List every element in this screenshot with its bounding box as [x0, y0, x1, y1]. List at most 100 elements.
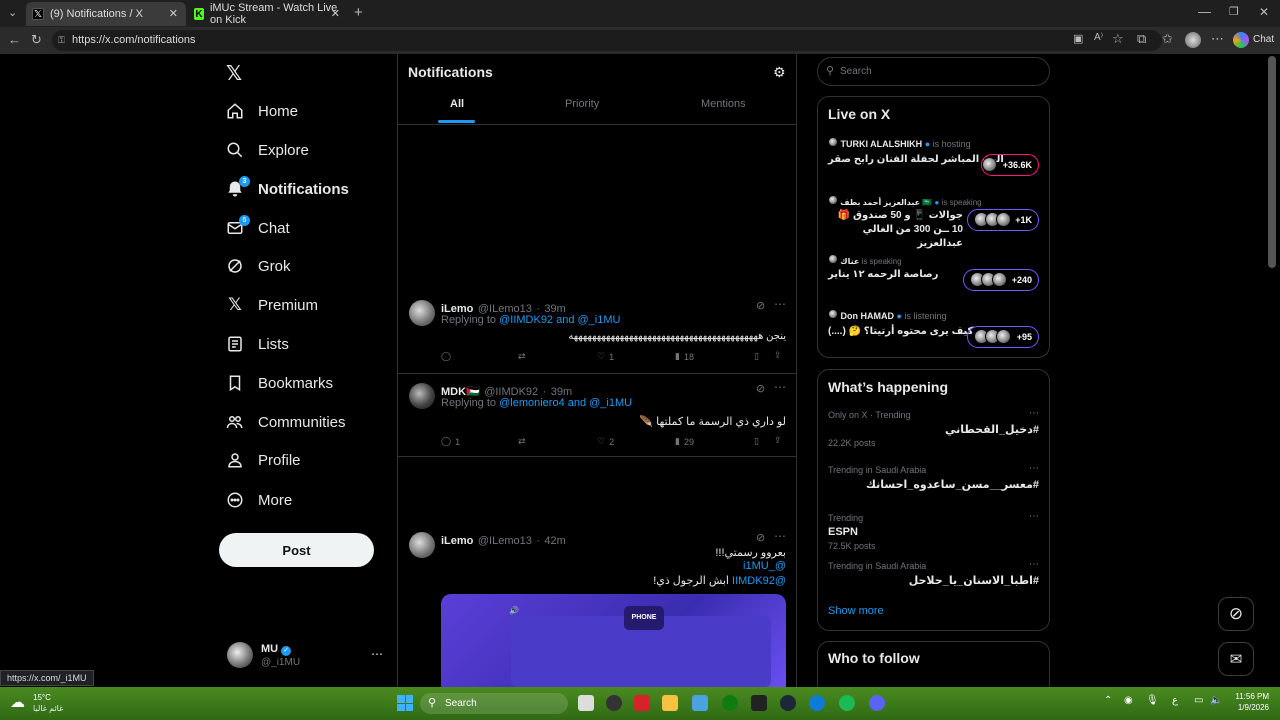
close-window-icon[interactable]: ✕ [1259, 5, 1269, 19]
trend-item[interactable]: Trending in Saudi Arabia ⋯ #اطبا_الاسنان… [818, 559, 1049, 599]
x-logo-icon[interactable]: 𝕏 [226, 61, 248, 85]
nav-chat[interactable]: 6 Chat [226, 213, 290, 243]
grok-float-button[interactable]: ⊘ [1218, 597, 1254, 631]
grok-icon[interactable]: ⊘ [756, 382, 765, 395]
favorite-star-icon[interactable]: ☆ [1112, 31, 1124, 47]
epic-games-icon[interactable] [751, 695, 767, 711]
mention-link[interactable]: @_i1MU [441, 560, 786, 572]
app-icon[interactable] [606, 695, 622, 711]
extensions-icon[interactable]: ⧉ [1137, 31, 1146, 47]
like-button[interactable]: ♡ 1 [597, 351, 614, 362]
tab-mentions[interactable]: Mentions [701, 98, 746, 110]
nav-communities[interactable]: Communities [226, 407, 346, 437]
read-aloud-icon[interactable]: A⁾ [1094, 32, 1103, 43]
share-icon[interactable]: ⇪ [774, 435, 782, 446]
account-menu-icon[interactable]: ⋯ [371, 647, 383, 661]
browser-tab-kick[interactable]: K iMUc Stream - Watch Live on Kick ✕ [188, 2, 348, 26]
nav-premium[interactable]: 𝕏 Premium [226, 290, 318, 320]
tab-all[interactable]: All [450, 98, 464, 110]
edge-icon[interactable] [809, 695, 825, 711]
xbox-icon[interactable] [722, 695, 738, 711]
grok-icon[interactable]: ⊘ [756, 531, 765, 544]
steam-icon[interactable] [780, 695, 796, 711]
bookmark-icon[interactable]: ▯ [754, 436, 759, 447]
site-info-icon[interactable]: ⚿ [58, 30, 65, 51]
split-screen-icon[interactable]: ▣ [1073, 32, 1083, 45]
more-options-icon[interactable]: ⋯ [1029, 463, 1039, 474]
more-options-icon[interactable]: ⋯ [774, 380, 786, 394]
notification-tweet[interactable]: iLemo @ILemo13 · 39m ⊘ ⋯ Replying to @II… [398, 292, 796, 374]
live-item[interactable]: Don HAMAD ● is listening كيف يرى محتوه أ… [818, 309, 1049, 354]
spotify-icon[interactable] [839, 695, 855, 711]
acrobat-icon[interactable] [634, 695, 650, 711]
taskbar-search[interactable]: ⚲ Search [420, 693, 568, 714]
volume-icon[interactable]: 🔈 [1210, 695, 1222, 706]
nav-explore[interactable]: Explore [226, 135, 309, 165]
like-button[interactable]: ♡ 2 [597, 436, 614, 447]
tray-chevron-icon[interactable]: ⌃ [1104, 695, 1112, 706]
trend-item[interactable]: Trending ⋯ ESPN 72.5K posts [818, 511, 1049, 556]
nav-more[interactable]: More [226, 485, 292, 515]
tray-app-icon[interactable]: ◉ [1124, 695, 1133, 706]
more-options-icon[interactable]: ⋯ [774, 297, 786, 311]
retweet-button[interactable]: ⇄ [518, 351, 530, 362]
views-button[interactable]: ▮ 29 [675, 436, 694, 447]
profile-avatar[interactable] [1185, 32, 1201, 48]
clock[interactable]: 11:56 PM 1/9/2026 [1233, 692, 1269, 712]
close-tab-icon[interactable]: ✕ [331, 7, 340, 20]
network-icon[interactable]: ▭ [1194, 695, 1203, 706]
trend-item[interactable]: Trending in Saudi Arabia ⋯ #معسر__مسن_سا… [818, 463, 1049, 503]
grok-icon[interactable]: ⊘ [756, 299, 765, 312]
discord-icon[interactable] [869, 695, 885, 711]
weather-temp[interactable]: 15°C [33, 693, 51, 702]
nav-notifications[interactable]: 3 Notifications [226, 174, 349, 204]
language-indicator[interactable]: ع [1172, 695, 1178, 706]
notification-tweet[interactable]: iLemo @ILemo13 · 42m ⊘ ⋯ بعروو رسمتي!!! … [398, 524, 796, 687]
live-item[interactable]: عبدالعزيز أحمد بطف 🇸🇦 ● is speaking جوال… [818, 193, 1049, 249]
new-tab-icon[interactable]: + [354, 4, 363, 21]
views-button[interactable]: ▮ 18 [675, 351, 694, 362]
messages-float-button[interactable]: ✉ [1218, 642, 1254, 676]
post-button[interactable]: Post [219, 533, 374, 567]
store-icon[interactable] [692, 695, 708, 711]
reply-mentions-link[interactable]: @lemoniero4 and @_i1MU [499, 397, 632, 409]
file-explorer-icon[interactable] [662, 695, 678, 711]
copilot-icon[interactable] [1233, 32, 1249, 48]
refresh-icon[interactable]: ↻ [31, 32, 42, 48]
nav-lists[interactable]: Lists [226, 329, 289, 359]
show-more-link[interactable]: Show more [828, 605, 884, 617]
reply-mentions-link[interactable]: @IIMDK92 and @_i1MU [499, 314, 620, 326]
bookmark-icon[interactable]: ▯ [754, 351, 759, 362]
page-scrollbar[interactable] [1268, 56, 1276, 268]
mention-link[interactable]: @IIMDK92 [732, 575, 786, 587]
more-options-icon[interactable]: ⋯ [1029, 511, 1039, 522]
start-icon[interactable] [397, 695, 413, 711]
nav-profile[interactable]: Profile [226, 445, 301, 475]
retweet-button[interactable]: ⇄ [518, 436, 530, 447]
tab-list-icon[interactable]: ⌄ [8, 6, 17, 19]
nav-grok[interactable]: Grok [226, 251, 291, 281]
minimize-icon[interactable]: — [1198, 4, 1211, 19]
copilot-chat-label[interactable]: Chat [1253, 34, 1274, 45]
nav-bookmarks[interactable]: Bookmarks [226, 368, 333, 398]
tweet-media-image[interactable]: PHONE 🔊 [441, 594, 786, 687]
menu-dots-icon[interactable]: ⋯ [1211, 31, 1224, 47]
favorites-icon[interactable]: ✩ [1162, 31, 1173, 47]
account-switcher[interactable]: MU ✓ @_i1MU ⋯ [219, 637, 389, 677]
back-icon[interactable]: ← [8, 32, 21, 47]
browser-tab-notifications[interactable]: 𝕏 (9) Notifications / X ✕ [26, 2, 186, 26]
task-view-icon[interactable] [578, 695, 594, 711]
tab-priority[interactable]: Priority [565, 98, 599, 110]
more-options-icon[interactable]: ⋯ [774, 529, 786, 543]
trend-item[interactable]: Only on X · Trending ⋯ #دخيل_القحطاني 22… [818, 408, 1049, 453]
close-tab-icon[interactable]: ✕ [169, 7, 178, 20]
search-input[interactable]: ⚲ Search [817, 57, 1050, 86]
reply-button[interactable]: ◯ [441, 351, 455, 362]
more-options-icon[interactable]: ⋯ [1029, 559, 1039, 570]
reply-button[interactable]: ◯ 1 [441, 436, 460, 447]
live-item[interactable]: TURKI ALALSHIKH ● is hosting البث المباش… [818, 135, 1049, 185]
nav-home[interactable]: Home [226, 96, 298, 126]
notification-tweet[interactable]: MDK🇵🇸 @IIMDK92 · 39m ⊘ ⋯ Replying to @le… [398, 375, 796, 457]
share-icon[interactable]: ⇪ [774, 350, 782, 361]
settings-gear-icon[interactable]: ⚙ [773, 64, 786, 81]
